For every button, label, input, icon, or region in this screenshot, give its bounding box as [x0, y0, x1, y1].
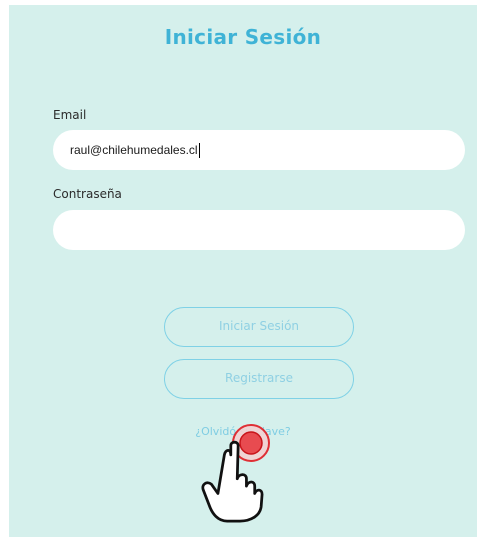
email-value: raul@chilehumedales.cl [70, 143, 198, 157]
email-field[interactable]: raul@chilehumedales.cl [53, 130, 465, 170]
text-caret [198, 143, 200, 159]
password-field[interactable] [53, 210, 465, 250]
email-label: Email [53, 108, 87, 122]
tap-ring-inner [239, 431, 263, 455]
page-title: Iniciar Sesión [164, 25, 322, 49]
page-margin [0, 438, 9, 537]
password-label: Contraseña [53, 187, 122, 201]
login-screen: Iniciar Sesión Email raul@chilehumedales… [9, 5, 477, 537]
register-button[interactable]: Registrarse [164, 359, 354, 399]
login-button[interactable]: Iniciar Sesión [164, 307, 354, 347]
tap-hand-icon [201, 424, 270, 523]
